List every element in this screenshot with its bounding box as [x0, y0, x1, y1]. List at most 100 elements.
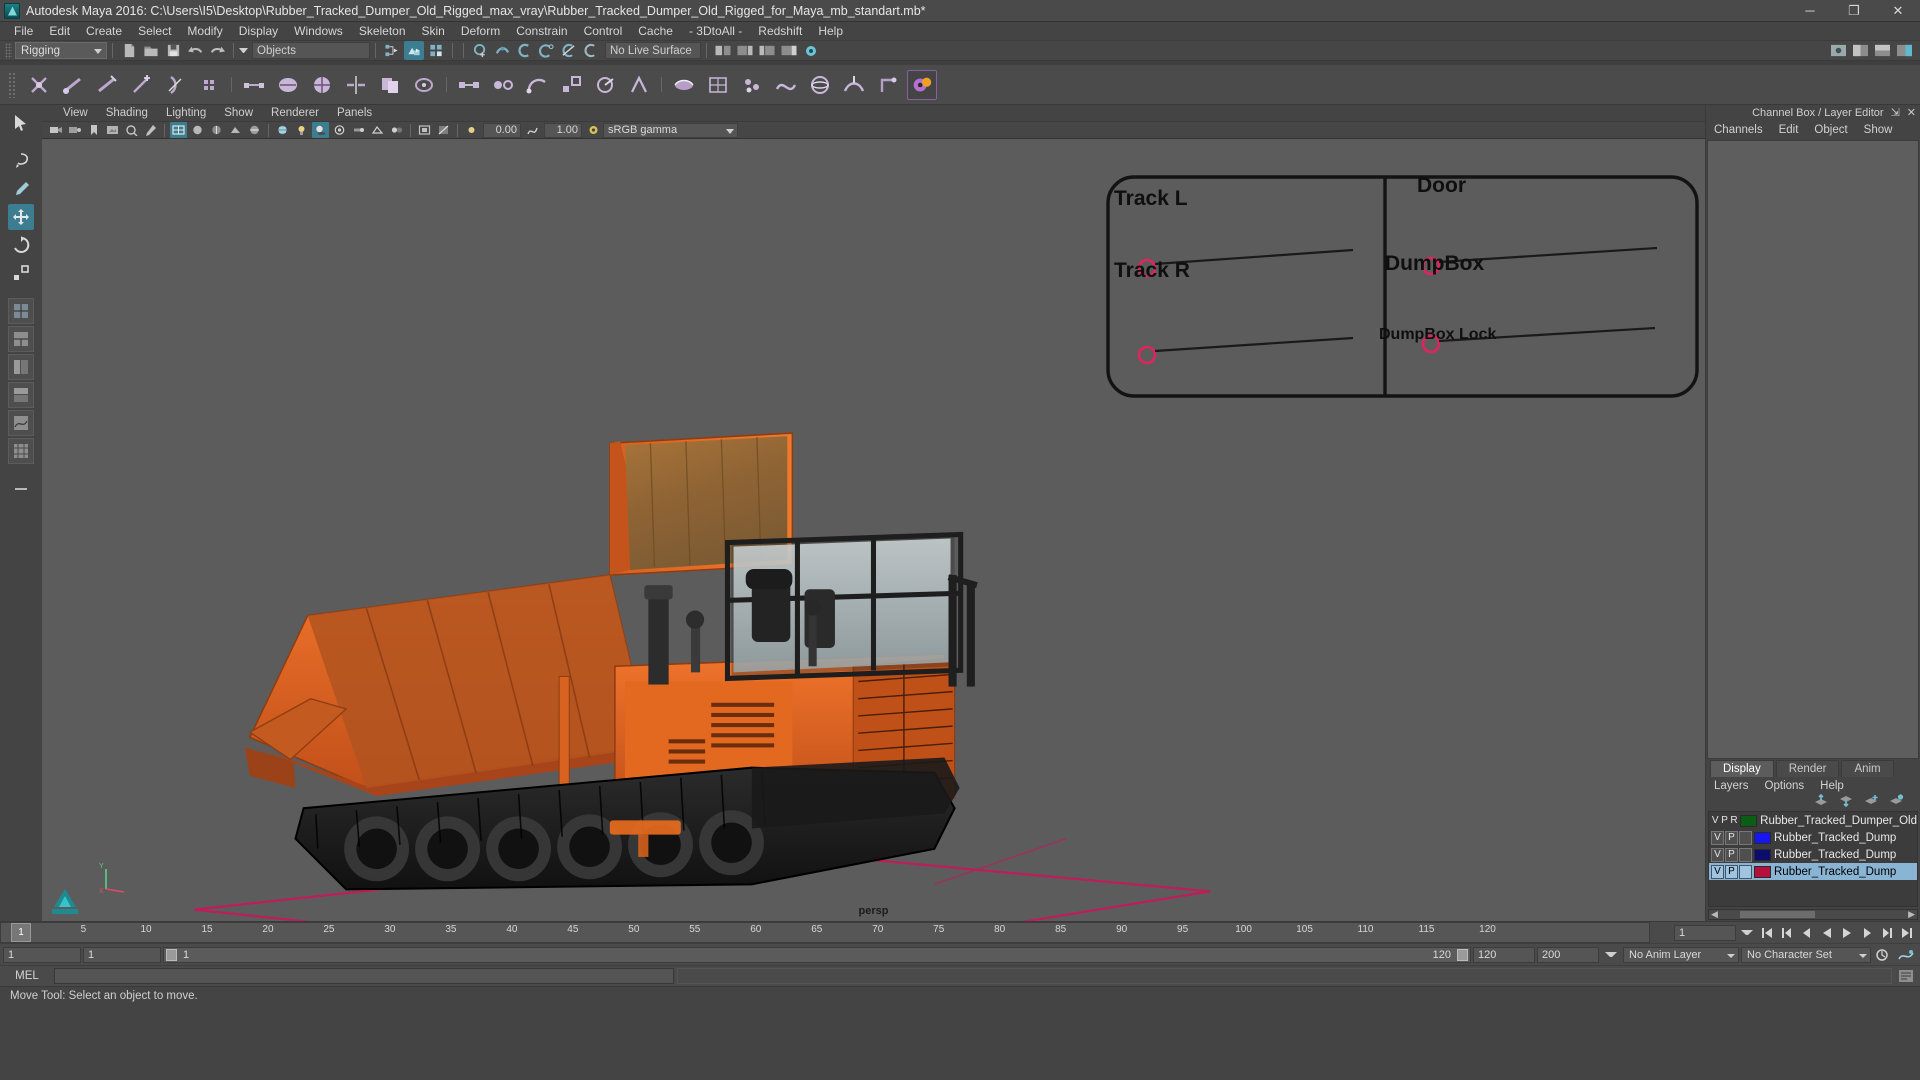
- smooth-bind-icon[interactable]: [273, 70, 303, 100]
- animation-preferences-icon[interactable]: [1895, 946, 1917, 963]
- live-surface-field[interactable]: No Live Surface: [605, 42, 701, 59]
- insert-joint-tool-icon[interactable]: [126, 70, 156, 100]
- anim-end-field[interactable]: 120: [1473, 946, 1535, 963]
- selection-mask-field[interactable]: Objects: [252, 42, 370, 59]
- deform-blendshape-icon[interactable]: [669, 70, 699, 100]
- layer-name[interactable]: Rubber_Tracked_Dump: [1774, 832, 1896, 844]
- mirror-joint-icon[interactable]: [160, 70, 190, 100]
- viewport-menu-renderer[interactable]: Renderer: [262, 105, 328, 121]
- deform-soft-modification-icon[interactable]: [839, 70, 869, 100]
- anim-layer-selector[interactable]: No Anim Layer: [1623, 946, 1739, 963]
- range-bar[interactable]: 1 120: [163, 946, 1471, 963]
- tab-render[interactable]: Render: [1775, 760, 1840, 777]
- new-layer-icon[interactable]: [1864, 794, 1879, 810]
- menu-redshift[interactable]: Redshift: [750, 22, 810, 40]
- quick-layout-single-icon[interactable]: [8, 298, 34, 324]
- deform-cluster-icon[interactable]: [737, 70, 767, 100]
- render-layout-3-icon[interactable]: [1894, 41, 1914, 60]
- deform-lattice-icon[interactable]: [703, 70, 733, 100]
- screen-space-ao-icon[interactable]: [331, 122, 348, 138]
- close-icon[interactable]: ✕: [1907, 106, 1916, 119]
- snap-to-projected-center-icon[interactable]: [536, 41, 556, 60]
- layer-reference-toggle[interactable]: [1739, 847, 1752, 862]
- layer-row[interactable]: V P Rubber_Tracked_Dump: [1709, 846, 1917, 863]
- deform-wire-icon[interactable]: [771, 70, 801, 100]
- layer-row[interactable]: V P R Rubber_Tracked_Dumper_Old: [1709, 812, 1917, 829]
- gamma-field[interactable]: 1.00: [544, 122, 582, 138]
- joint-tool-settings-icon[interactable]: [194, 70, 224, 100]
- select-tool-icon[interactable]: [8, 110, 34, 136]
- menu-windows[interactable]: Windows: [286, 22, 351, 40]
- layer-playback-toggle[interactable]: P: [1725, 847, 1738, 862]
- texture-display-icon[interactable]: [274, 122, 291, 138]
- shadows-icon[interactable]: [312, 122, 329, 138]
- play-forwards-icon[interactable]: [1838, 925, 1856, 941]
- move-tool-icon[interactable]: [8, 204, 34, 230]
- wireframe-on-shaded-icon[interactable]: [246, 122, 263, 138]
- selection-mask-chevron-icon[interactable]: [239, 48, 248, 53]
- play-backwards-icon[interactable]: [1818, 925, 1836, 941]
- menu-3dtoall[interactable]: - 3DtoAll -: [681, 22, 750, 40]
- script-language-label[interactable]: MEL: [3, 970, 51, 982]
- pole-vector-constraint-icon[interactable]: [624, 70, 654, 100]
- step-forward-key-icon[interactable]: [1878, 925, 1896, 941]
- orient-constraint-icon[interactable]: [522, 70, 552, 100]
- menu-file[interactable]: File: [6, 22, 41, 40]
- menu-deform[interactable]: Deform: [453, 22, 508, 40]
- show-hide-channel-box-icon[interactable]: [779, 41, 799, 60]
- layer-reference-toggle[interactable]: R: [1730, 814, 1738, 828]
- layer-visibility-toggle[interactable]: V: [1711, 864, 1724, 879]
- lasso-tool-icon[interactable]: [8, 148, 34, 174]
- select-camera-icon[interactable]: [47, 122, 64, 138]
- render-settings-icon[interactable]: [801, 41, 821, 60]
- time-slider-track[interactable]: 1 5 10 15 20 25 30 35 40 45 50 55 60 65 …: [0, 922, 1650, 943]
- aim-constraint-icon[interactable]: [590, 70, 620, 100]
- layer-row[interactable]: V P Rubber_Tracked_Dump: [1709, 863, 1917, 880]
- range-left-handle[interactable]: [166, 948, 177, 961]
- control-label-dumpbox[interactable]: DumpBox: [1385, 252, 1484, 276]
- layer-visibility-toggle[interactable]: V: [1711, 830, 1724, 845]
- layer-visibility-toggle[interactable]: V: [1711, 847, 1724, 862]
- channel-box-menu-object[interactable]: Object: [1806, 124, 1855, 136]
- new-layer-from-selected-icon[interactable]: [1889, 794, 1904, 810]
- layer-row[interactable]: V P Rubber_Tracked_Dump: [1709, 829, 1917, 846]
- layer-name[interactable]: Rubber_Tracked_Dump: [1774, 849, 1896, 861]
- mirror-skin-weights-icon[interactable]: [341, 70, 371, 100]
- interactive-bind-icon[interactable]: [409, 70, 439, 100]
- smooth-shade-all-icon[interactable]: [189, 122, 206, 138]
- channel-box-menu-channels[interactable]: Channels: [1706, 124, 1771, 136]
- render-layout-1-icon[interactable]: [1850, 41, 1870, 60]
- menu-select[interactable]: Select: [130, 22, 179, 40]
- channel-box-menu-edit[interactable]: Edit: [1771, 124, 1807, 136]
- two-d-pan-zoom-icon[interactable]: [123, 122, 140, 138]
- isolate-select-icon[interactable]: [416, 122, 433, 138]
- depth-of-field-icon[interactable]: [388, 122, 405, 138]
- camera-attributes-icon[interactable]: [66, 122, 83, 138]
- menu-skin[interactable]: Skin: [414, 22, 453, 40]
- copy-skin-weights-icon[interactable]: [375, 70, 405, 100]
- display-layer-list[interactable]: V P R Rubber_Tracked_Dumper_Old V P Rubb…: [1708, 811, 1918, 907]
- create-ik-handle-icon[interactable]: [58, 70, 88, 100]
- time-slider[interactable]: 1 5 10 15 20 25 30 35 40 45 50 55 60 65 …: [0, 921, 1920, 943]
- quick-layout-outliner-icon[interactable]: [8, 354, 34, 380]
- open-scene-icon[interactable]: [141, 41, 161, 60]
- script-editor-icon[interactable]: [1895, 968, 1917, 985]
- minimize-button[interactable]: ─: [1788, 0, 1832, 22]
- menu-edit[interactable]: Edit: [41, 22, 78, 40]
- flat-shade-icon[interactable]: [227, 122, 244, 138]
- motion-blur-icon[interactable]: [350, 122, 367, 138]
- show-hide-tool-settings-icon[interactable]: [757, 41, 777, 60]
- snap-to-point-icon[interactable]: [514, 41, 534, 60]
- deform-wrap-icon[interactable]: [805, 70, 835, 100]
- render-layout-2-icon[interactable]: [1872, 41, 1892, 60]
- control-label-dumpbox-lock[interactable]: DumpBox Lock: [1379, 326, 1496, 344]
- playback-speed-chevron-icon[interactable]: [1741, 930, 1753, 935]
- scale-constraint-icon[interactable]: [556, 70, 586, 100]
- multisample-aa-icon[interactable]: [369, 122, 386, 138]
- control-label-door[interactable]: Door: [1417, 174, 1466, 198]
- layer-color-swatch[interactable]: [1754, 831, 1771, 844]
- paint-selection-tool-icon[interactable]: [8, 176, 34, 202]
- menu-set-selector[interactable]: Rigging: [15, 42, 107, 59]
- xray-mode-icon[interactable]: [435, 122, 452, 138]
- layer-visibility-toggle[interactable]: V: [1711, 814, 1719, 828]
